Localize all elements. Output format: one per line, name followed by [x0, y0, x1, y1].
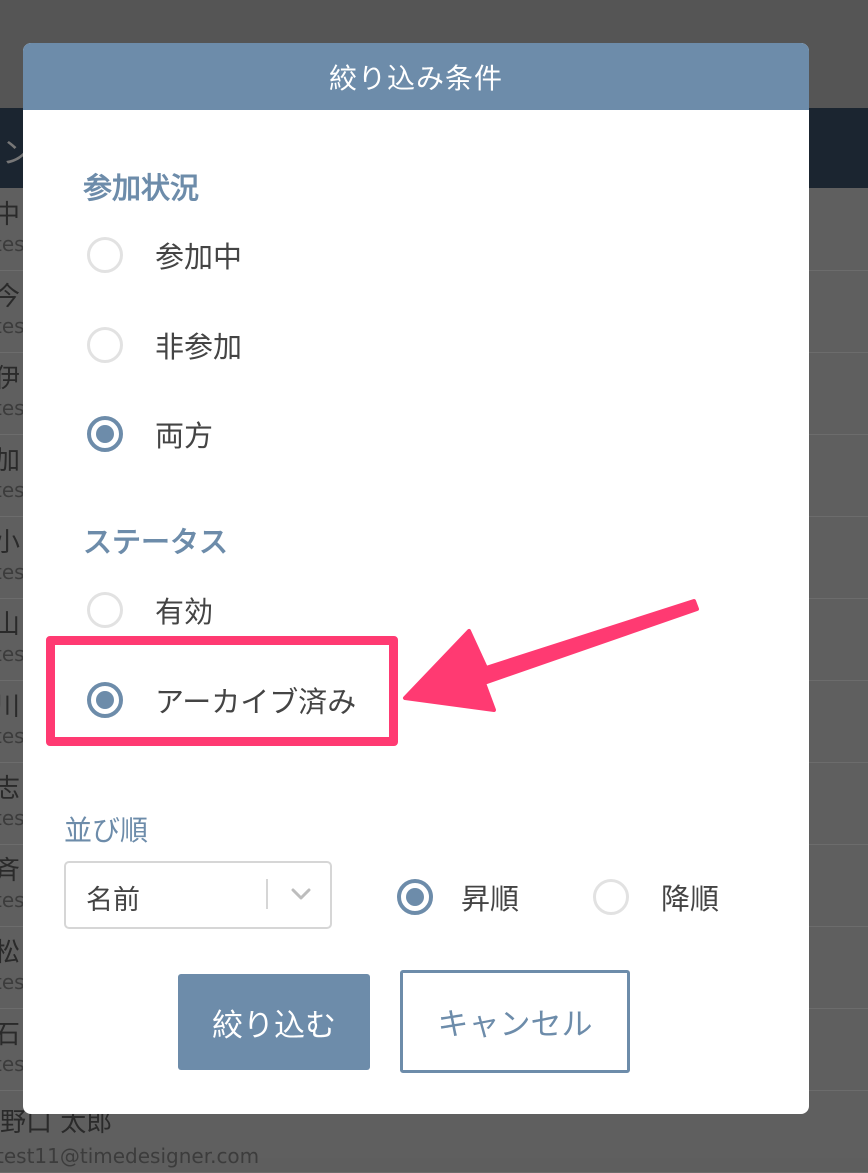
filter-modal: 絞り込み条件 参加状況 参加中 非参加 両方 ステータス 有効 アーカイブ済み …	[23, 43, 809, 1114]
member-email: tes	[0, 806, 25, 830]
member-email: tes	[0, 642, 25, 666]
cancel-button[interactable]: キャンセル	[400, 970, 630, 1073]
radio-label: 参加中	[155, 240, 243, 274]
chevron-down-icon[interactable]	[288, 881, 314, 907]
member-name: 山	[0, 610, 21, 640]
radio-sort-descending[interactable]: 降順	[593, 876, 719, 918]
sort-section-title: 並び順	[64, 814, 149, 847]
member-email: tes	[0, 396, 25, 420]
radio-participation-both[interactable]: 両方	[87, 413, 213, 455]
sort-field-value: 名前	[86, 885, 140, 916]
member-email: test11@timedesigner.com	[0, 1144, 260, 1168]
radio-label: 非参加	[155, 330, 243, 364]
radio-label: 降順	[661, 882, 720, 916]
member-name: 川	[0, 692, 21, 722]
member-name: 松	[0, 938, 21, 968]
member-email: tes	[0, 314, 25, 338]
radio-participation-not-joined[interactable]: 非参加	[87, 324, 242, 366]
member-name: 伊	[0, 364, 21, 394]
select-divider	[266, 879, 268, 909]
member-name: 斉	[0, 856, 21, 886]
radio-unchecked-icon[interactable]	[87, 327, 123, 363]
member-name: 今	[0, 282, 21, 312]
participation-section-title: 参加状況	[83, 171, 200, 205]
member-name: 志	[0, 774, 21, 804]
radio-label: 昇順	[461, 882, 520, 916]
member-email: tes	[0, 888, 25, 912]
member-email: tes	[0, 970, 25, 994]
radio-status-active[interactable]: 有効	[87, 589, 213, 631]
radio-unchecked-icon[interactable]	[87, 592, 123, 628]
modal-title: 絞り込み条件	[328, 61, 503, 95]
radio-label: 有効	[155, 595, 214, 629]
apply-filter-button[interactable]: 絞り込む	[178, 974, 370, 1070]
radio-checked-icon[interactable]	[397, 879, 433, 915]
member-name: 加	[0, 446, 21, 476]
member-name: 石	[0, 1020, 21, 1050]
annotation-highlight-box	[46, 636, 398, 746]
radio-participation-joined[interactable]: 参加中	[87, 234, 242, 276]
radio-unchecked-icon[interactable]	[593, 879, 629, 915]
member-email: tes	[0, 232, 25, 256]
member-email: tes	[0, 560, 25, 584]
member-email: tes	[0, 724, 25, 748]
status-section-title: ステータス	[83, 525, 229, 559]
member-email: tes	[0, 478, 25, 502]
member-name: 中	[0, 200, 21, 230]
radio-label: 両方	[155, 419, 214, 453]
radio-unchecked-icon[interactable]	[87, 237, 123, 273]
member-email: tes	[0, 1052, 25, 1076]
modal-header: 絞り込み条件	[23, 43, 809, 110]
radio-checked-icon[interactable]	[87, 416, 123, 452]
sort-field-select[interactable]: 名前	[64, 861, 332, 929]
member-name: 小	[0, 528, 21, 558]
radio-sort-ascending[interactable]: 昇順	[397, 876, 519, 918]
